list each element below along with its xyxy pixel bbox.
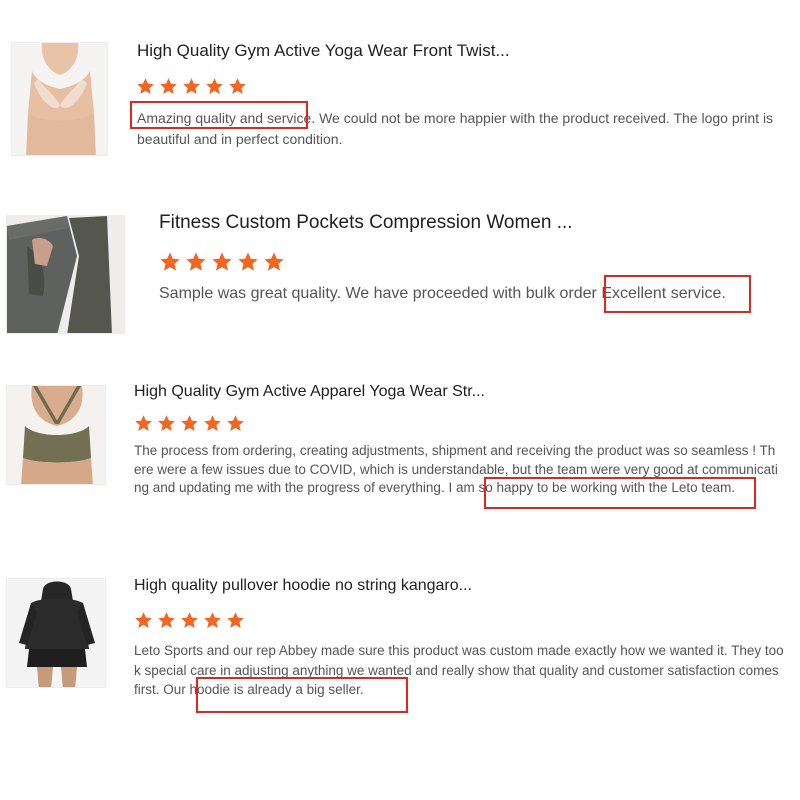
sports-bra-icon	[12, 43, 107, 155]
review-text-before: Sample was great quality. We have procee…	[159, 285, 597, 302]
review-highlight: so happy to be working with the Leto tea…	[478, 480, 736, 495]
product-thumbnail[interactable]	[6, 385, 106, 485]
star-icon	[229, 78, 246, 94]
star-rating	[134, 611, 249, 630]
review-text: Leto Sports and our rep Abbey made sure …	[134, 641, 786, 700]
star-icon	[181, 415, 198, 431]
star-icon	[227, 415, 244, 431]
star-icon	[158, 612, 175, 628]
star-icon	[158, 415, 175, 431]
review-text: Amazing quality and service. We could no…	[137, 108, 787, 150]
product-thumbnail[interactable]	[6, 215, 125, 334]
star-icon	[135, 415, 152, 431]
star-icon	[264, 252, 284, 271]
star-icon	[227, 612, 244, 628]
review-highlight: Excellent service.	[596, 285, 726, 302]
star-icon	[204, 415, 221, 431]
star-icon	[160, 78, 177, 94]
star-icon	[206, 78, 223, 94]
star-icon	[181, 612, 198, 628]
star-icon	[160, 252, 180, 271]
product-thumbnail[interactable]	[11, 42, 108, 156]
star-rating	[159, 251, 289, 273]
product-title[interactable]: High Quality Gym Active Apparel Yoga Wea…	[134, 383, 485, 401]
star-rating	[136, 77, 251, 96]
product-title[interactable]: High Quality Gym Active Yoga Wear Front …	[137, 41, 510, 61]
review-highlight: Our hoodie is already a big seller.	[163, 682, 364, 697]
review-text: Sample was great quality. We have procee…	[159, 283, 799, 305]
crossback-bra-icon	[7, 386, 105, 484]
review-text: The process from ordering, creating adju…	[134, 442, 779, 498]
hoodie-icon	[7, 579, 105, 687]
star-icon	[212, 252, 232, 271]
leggings-icon	[7, 216, 124, 333]
star-icon	[186, 252, 206, 271]
star-icon	[204, 612, 221, 628]
star-icon	[183, 78, 200, 94]
star-icon	[137, 78, 154, 94]
star-icon	[135, 612, 152, 628]
star-icon	[238, 252, 258, 271]
product-thumbnail[interactable]	[6, 578, 106, 688]
product-title[interactable]: High quality pullover hoodie no string k…	[134, 577, 472, 595]
product-title[interactable]: Fitness Custom Pockets Compression Women…	[159, 212, 573, 234]
review-highlight: Amazing quality and service.	[137, 110, 316, 126]
star-rating	[134, 414, 249, 433]
